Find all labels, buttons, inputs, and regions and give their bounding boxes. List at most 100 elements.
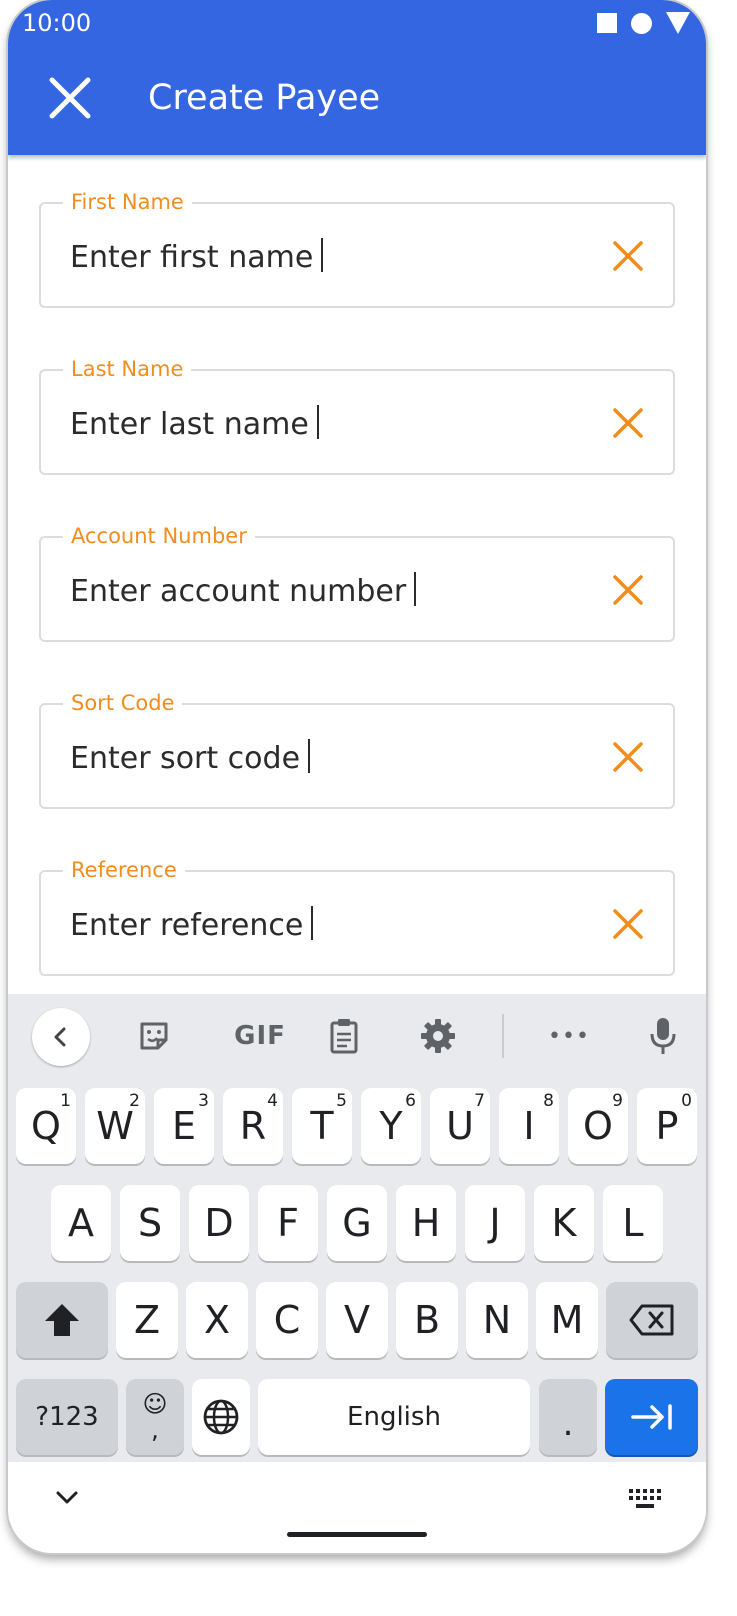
sort-code-label: Sort Code [63, 689, 183, 717]
account-number-field[interactable]: Account Number Enter account number [39, 522, 675, 642]
key-q[interactable]: Q1 [16, 1088, 76, 1164]
key-e[interactable]: E3 [154, 1088, 214, 1164]
clear-icon[interactable] [611, 740, 645, 774]
last-name-field[interactable]: Last Name Enter last name [39, 355, 675, 475]
chevron-left-icon[interactable] [32, 1008, 90, 1066]
first-name-label: First Name [63, 188, 192, 216]
home-circle-icon [631, 12, 652, 34]
sort-code-field[interactable]: Sort Code Enter sort code [39, 689, 675, 809]
status-icons [597, 12, 690, 34]
key-m-label: M [550, 1298, 584, 1342]
microphone-icon[interactable] [635, 1008, 691, 1064]
language-key[interactable] [192, 1379, 250, 1455]
clear-icon[interactable] [611, 907, 645, 941]
text-caret [414, 572, 417, 606]
text-caret [316, 405, 319, 439]
sticker-icon[interactable] [126, 1008, 182, 1064]
clear-icon[interactable] [611, 573, 645, 607]
key-o[interactable]: O9 [568, 1088, 628, 1164]
key-w[interactable]: W2 [85, 1088, 145, 1164]
key-r[interactable]: R4 [223, 1088, 283, 1164]
key-h[interactable]: H [396, 1185, 456, 1261]
key-k[interactable]: K [534, 1185, 594, 1261]
gif-button[interactable]: GIF [220, 1008, 300, 1064]
key-f[interactable]: F [258, 1185, 318, 1261]
key-p-hint: 0 [681, 1091, 692, 1111]
clipboard-icon[interactable] [316, 1008, 372, 1064]
last-name-label: Last Name [63, 355, 192, 383]
key-y-label: Y [379, 1104, 403, 1148]
key-n[interactable]: N [466, 1282, 528, 1358]
close-icon[interactable] [46, 74, 94, 122]
key-a[interactable]: A [51, 1185, 111, 1261]
reference-field[interactable]: Reference Enter reference [39, 856, 675, 976]
next-key[interactable] [605, 1379, 698, 1455]
sort-code-input[interactable]: Enter sort code [70, 739, 311, 776]
reference-input[interactable]: Enter reference [70, 906, 314, 943]
space-key[interactable]: English [258, 1379, 530, 1455]
key-p-label: P [655, 1104, 679, 1148]
last-name-input[interactable]: Enter last name [70, 405, 319, 442]
key-n-label: N [482, 1298, 512, 1342]
phone-screen: 10:00 Create Payee First Name Enter firs… [8, 0, 706, 1553]
key-p[interactable]: P0 [637, 1088, 697, 1164]
key-j[interactable]: J [465, 1185, 525, 1261]
clear-icon[interactable] [611, 406, 645, 440]
hide-keyboard-icon[interactable] [52, 1486, 82, 1510]
shift-key[interactable] [16, 1282, 108, 1358]
emoji-comma-key[interactable]: ☺ , [126, 1379, 184, 1455]
shift-icon [45, 1304, 79, 1336]
key-y-hint: 6 [405, 1091, 416, 1111]
tab-next-icon [630, 1404, 672, 1430]
key-e-hint: 3 [198, 1091, 209, 1111]
key-w-hint: 2 [129, 1091, 140, 1111]
key-x[interactable]: X [186, 1282, 248, 1358]
globe-icon [203, 1399, 239, 1435]
key-v[interactable]: V [326, 1282, 388, 1358]
key-x-label: X [203, 1298, 231, 1342]
comma-label: , [151, 1416, 159, 1444]
key-u-hint: 7 [474, 1091, 485, 1111]
key-w-label: W [96, 1104, 134, 1148]
first-name-field[interactable]: First Name Enter first name [39, 188, 675, 308]
keyboard-switch-icon[interactable] [628, 1488, 664, 1510]
key-y[interactable]: Y6 [361, 1088, 421, 1164]
key-b[interactable]: B [396, 1282, 458, 1358]
period-key[interactable]: . [539, 1379, 597, 1455]
key-z-label: Z [133, 1298, 161, 1342]
key-i[interactable]: I8 [499, 1088, 559, 1164]
first-name-input[interactable]: Enter first name [70, 238, 324, 275]
more-icon[interactable]: ••• [541, 1008, 597, 1064]
key-d[interactable]: D [189, 1185, 249, 1261]
clear-icon[interactable] [611, 239, 645, 273]
backspace-key[interactable] [606, 1282, 698, 1358]
toolbar-divider [502, 1014, 504, 1058]
key-h-label: H [411, 1201, 441, 1245]
key-t-hint: 5 [336, 1091, 347, 1111]
symbols-label: ?123 [35, 1402, 99, 1432]
key-m[interactable]: M [536, 1282, 598, 1358]
key-t-label: T [310, 1104, 334, 1148]
key-u[interactable]: U7 [430, 1088, 490, 1164]
status-time: 10:00 [22, 9, 92, 37]
account-number-input[interactable]: Enter account number [70, 572, 417, 609]
gear-icon[interactable] [410, 1008, 466, 1064]
key-i-label: I [523, 1104, 535, 1148]
key-l[interactable]: L [603, 1185, 663, 1261]
key-l-label: L [622, 1201, 644, 1245]
gif-label: GIF [234, 1021, 286, 1051]
recents-icon [597, 13, 617, 33]
key-o-label: O [583, 1104, 613, 1148]
key-s[interactable]: S [120, 1185, 180, 1261]
key-z[interactable]: Z [116, 1282, 178, 1358]
key-r-hint: 4 [267, 1091, 278, 1111]
emoji-icon: ☺ [142, 1390, 168, 1418]
symbols-key[interactable]: ?123 [16, 1379, 118, 1455]
home-indicator[interactable] [287, 1532, 427, 1537]
key-t[interactable]: T5 [292, 1088, 352, 1164]
key-j-label: J [489, 1201, 501, 1245]
key-c[interactable]: C [256, 1282, 318, 1358]
key-g[interactable]: G [327, 1185, 387, 1261]
page-title: Create Payee [148, 78, 381, 118]
key-u-label: U [446, 1104, 474, 1148]
